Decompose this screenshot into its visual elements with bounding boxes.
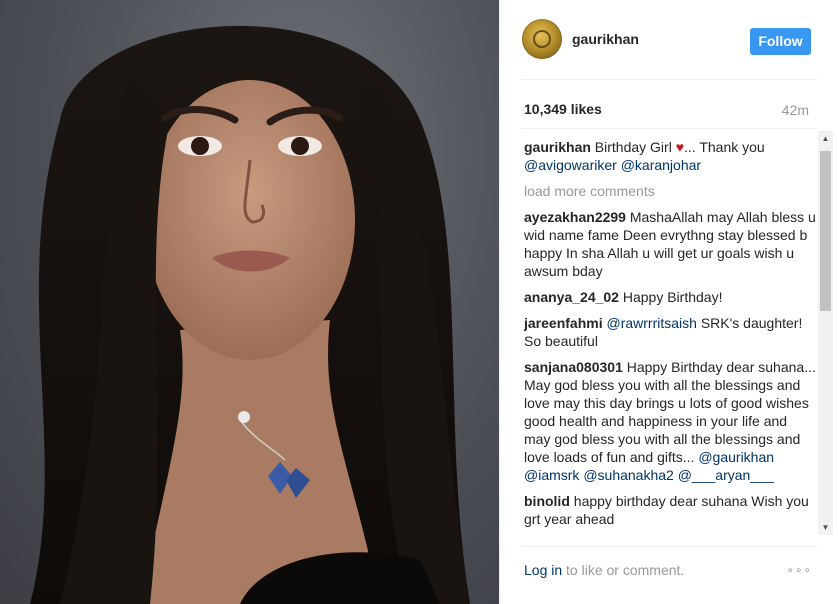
comments-scrollbar[interactable]: ▲ ▼	[818, 131, 833, 535]
comment-username[interactable]: ananya_24_02	[524, 289, 619, 305]
comment-username[interactable]: sanjana080301	[524, 359, 623, 375]
author-username[interactable]: gaurikhan	[572, 31, 639, 47]
heart-icon: ♥	[675, 139, 685, 155]
comment-text: Happy Birthday!	[622, 289, 723, 305]
comment-username[interactable]: ayezakhan2299	[524, 209, 626, 225]
post-time[interactable]: 42m	[782, 102, 809, 118]
comment-item: ayezakhan2299 MashaAllah may Allah bless…	[524, 208, 816, 280]
follow-button[interactable]: Follow	[750, 28, 811, 55]
comment-username[interactable]: binolid	[524, 493, 570, 509]
comments-list[interactable]: gaurikhan Birthday Girl ♥... Thank you @…	[524, 138, 816, 538]
post-header: gaurikhan Follow	[500, 0, 838, 80]
comment-item: ananya_24_02 Happy Birthday!	[524, 288, 816, 306]
post-photo[interactable]	[0, 0, 499, 604]
scrollbar-thumb[interactable]	[820, 151, 831, 311]
avatar[interactable]	[522, 19, 562, 59]
caption-username[interactable]: gaurikhan	[524, 139, 591, 155]
login-prompt-text: to like or comment.	[566, 562, 685, 578]
footer-login-prompt: Log in to like or comment.	[524, 562, 684, 578]
portrait-illustration	[30, 25, 470, 604]
footer-divider	[522, 546, 817, 547]
mention-link[interactable]: @avigowariker	[524, 157, 617, 173]
caption-text-2: ... Thank you	[684, 139, 765, 155]
comment-username[interactable]: jareenfahmi	[524, 315, 603, 331]
comment-item: binolid happy birthday dear suhana Wish …	[524, 492, 816, 528]
mention-link[interactable]: @rawrrritsaish	[606, 315, 696, 331]
load-more-comments-button[interactable]: load more comments	[524, 182, 816, 200]
scroll-up-arrow-icon[interactable]: ▲	[818, 131, 833, 146]
likes-divider	[522, 128, 817, 129]
comment-item: jareenfahmi @rawrrritsaish SRK's daughte…	[524, 314, 816, 350]
comment-item: sanjana080301 Happy Birthday dear suhana…	[524, 358, 816, 484]
scroll-down-arrow-icon[interactable]: ▼	[818, 520, 833, 535]
caption-text: Birthday Girl	[594, 139, 672, 155]
caption: gaurikhan Birthday Girl ♥... Thank you @…	[524, 138, 816, 174]
more-options-icon[interactable]: ∘∘∘	[786, 563, 812, 577]
post-sidebar: gaurikhan Follow 10,349 likes 42m gaurik…	[499, 0, 838, 604]
likes-count[interactable]: 10,349 likes	[524, 101, 602, 117]
login-link[interactable]: Log in	[524, 562, 562, 578]
logo-icon	[533, 30, 551, 48]
mention-link[interactable]: @karanjohar	[621, 157, 701, 173]
header-divider	[522, 79, 817, 80]
